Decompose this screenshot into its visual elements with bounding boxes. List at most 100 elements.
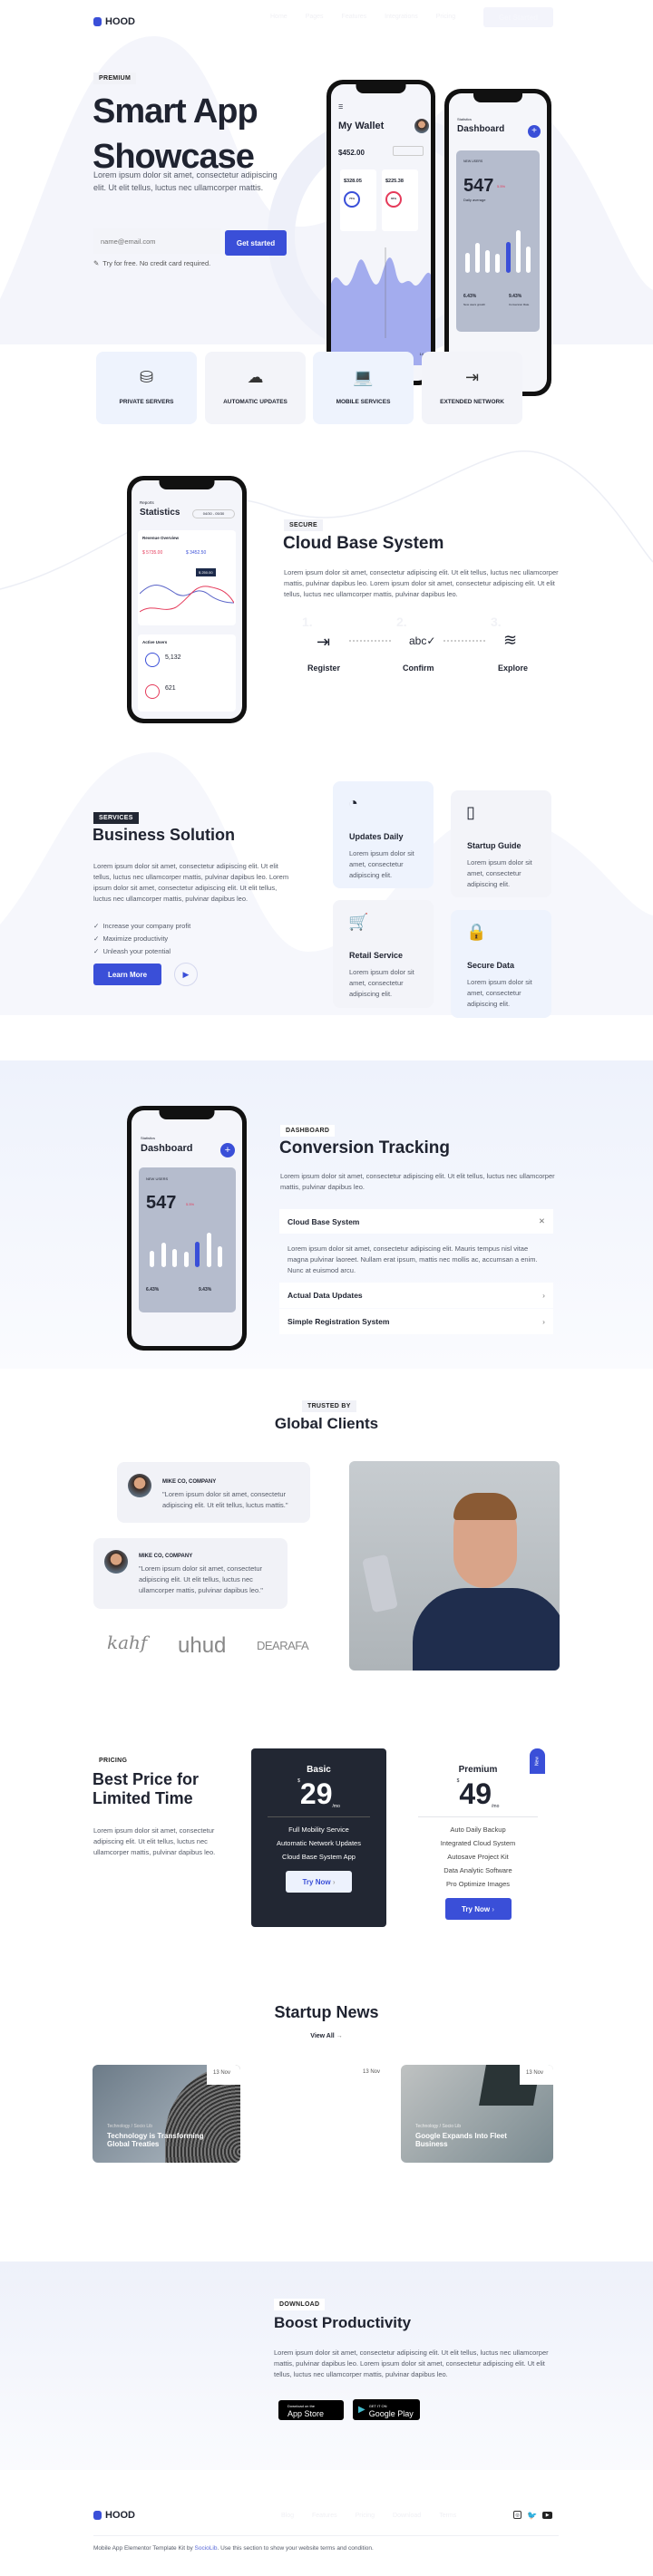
check-icon: ✓: [93, 935, 100, 943]
bar: [465, 253, 470, 273]
add-icon[interactable]: +: [528, 125, 541, 138]
hero-title: Smart App Showcase: [93, 92, 258, 176]
main-nav: Home Pages Features Integrations Pricing: [270, 14, 473, 20]
feature-card-private-servers: ⛁ PRIVATE SERVERS: [96, 352, 197, 424]
date-range-select[interactable]: 04/30 - 05/30: [192, 509, 235, 518]
accordion-item-actual-data-updates[interactable]: Actual Data Updates ›: [279, 1283, 553, 1308]
clients-badge: TRUSTED BY: [302, 1400, 356, 1412]
google-play-button[interactable]: ▶ GET IT ON Google Play: [353, 2399, 420, 2420]
bar: [525, 247, 531, 273]
menu-icon: ☰: [338, 105, 344, 111]
new-tag: New: [530, 1748, 545, 1774]
feature-card-extended-network: ⇥ EXTENDED NETWORK: [422, 352, 522, 424]
spellcheck-icon: abc✓: [409, 634, 436, 647]
wallet-title: My Wallet: [338, 121, 385, 131]
instagram-icon[interactable]: ◎: [513, 2511, 521, 2519]
download-badge: DOWNLOAD: [274, 2299, 326, 2310]
feature-card-automatic-updates: ☁ AUTOMATIC UPDATES: [205, 352, 306, 424]
footer-link[interactable]: Pricing: [356, 2513, 375, 2519]
wallet-amount: $452.00: [338, 149, 365, 157]
try-now-basic-button[interactable]: Try Now ›: [286, 1871, 352, 1893]
pricing-title: Best Price for Limited Time: [93, 1770, 200, 1807]
client-logo-uhud: uhud: [178, 1633, 227, 1658]
footer-link[interactable]: Terms: [439, 2513, 456, 2519]
conversion-phone-mockup: Statistics Dashboard + NEW USERS 547 5.5…: [127, 1106, 247, 1351]
service-card-updates-daily: ◔ Updates Daily Lorem ipsum dolor sit amet…: [333, 781, 434, 888]
conversion-text: Lorem ipsum dolor sit amet, consectetur …: [280, 1172, 555, 1191]
sociolib-link[interactable]: SocioLib: [195, 2545, 218, 2552]
add-icon[interactable]: +: [220, 1143, 235, 1157]
service-card-retail-service: 🛒 Retail Service Lorem ipsum dolor sit ame…: [333, 900, 434, 1008]
income-card: $328.05 75%: [340, 169, 376, 231]
avatar: [128, 1474, 151, 1497]
twitter-icon[interactable]: 🐦: [527, 2511, 537, 2521]
chevron-right-icon: ›: [542, 1317, 545, 1326]
bar: [515, 230, 521, 273]
get-started-button[interactable]: Get started: [225, 230, 287, 256]
statistics-phone-mockup: Reports Statistics 04/30 - 05/30 Revenue…: [127, 476, 247, 723]
dashboard-phone-mockup: Statistics Dashboard + NEW USERS 547 5.5…: [444, 89, 551, 396]
bar: [475, 243, 481, 273]
footer-logo[interactable]: HOOD: [93, 2510, 135, 2521]
period-select[interactable]: [393, 146, 424, 156]
play-icon: ▶: [182, 970, 190, 979]
hero-badge: PREMIUM: [93, 73, 137, 84]
database-icon: ⛁: [139, 368, 154, 386]
nav-integrations[interactable]: Integrations: [385, 14, 418, 20]
chevron-right-icon: ›: [542, 1291, 545, 1300]
dashboard-badge: DASHBOARD: [280, 1125, 336, 1137]
nav-pricing[interactable]: Pricing: [436, 14, 455, 20]
expenses-card: $225.38 65%: [382, 169, 418, 231]
news-card[interactable]: 13 Nov Technology / Socio Lib Technology…: [93, 2065, 240, 2163]
lock-icon: 🔒: [466, 923, 487, 941]
play-video-button[interactable]: ▶: [174, 963, 198, 986]
nav-features[interactable]: Features: [342, 14, 367, 20]
bar: [183, 1251, 189, 1267]
avatar: [414, 119, 429, 133]
plan-premium: New Premium $49/mo Auto Daily Backup Int…: [402, 1748, 554, 1941]
nav-pages[interactable]: Pages: [306, 14, 324, 20]
book-icon: ▯: [466, 803, 475, 821]
bar-chart: [150, 1226, 222, 1267]
try-now-premium-button[interactable]: Try Now ›: [444, 1898, 512, 1920]
service-card-secure-data: 🔒 Secure Data Lorem ipsum dolor sit amet, …: [451, 910, 551, 1018]
layers-icon: ≋: [503, 631, 518, 649]
news-title: Startup News: [274, 2003, 379, 2021]
rocket-icon: ✎: [93, 259, 100, 267]
bar-chart: [465, 223, 531, 273]
youtube-icon[interactable]: ▶: [542, 2512, 553, 2519]
dashboard-title: Dashboard: [457, 124, 505, 134]
statistics-title: Statistics: [140, 508, 180, 518]
view-all-link[interactable]: View All →: [0, 2033, 653, 2039]
services-title: Business Solution: [93, 826, 236, 844]
accordion-item-simple-registration[interactable]: Simple Registration System ›: [279, 1309, 553, 1334]
google-play-icon: ▶: [358, 2405, 365, 2415]
footer-link[interactable]: Blog: [281, 2513, 294, 2519]
feature-card-mobile-services: 💻 MOBILE SERVICES: [313, 352, 414, 424]
login-icon: ⇥: [317, 633, 331, 651]
testimonial-card: MIKE CO, COMPANY "Lorem ipsum dolor sit …: [93, 1538, 288, 1609]
accordion-item-cloud-base-system[interactable]: Cloud Base System ✕: [279, 1209, 553, 1234]
footer-link[interactable]: Features: [312, 2513, 337, 2519]
learn-more-button[interactable]: Learn More: [93, 964, 161, 985]
news-card[interactable]: 13 Nov Technology / Socio Lib Google Exp…: [401, 2065, 553, 2163]
bar: [172, 1248, 177, 1267]
footer-link[interactable]: Download: [393, 2513, 421, 2519]
secure-title: Cloud Base System: [283, 534, 444, 553]
nav-cta-button[interactable]: Get Started: [483, 7, 553, 27]
footer-divider: [93, 2535, 559, 2536]
logo-text: HOOD: [105, 16, 135, 27]
pie-chart-icon: ◔: [348, 794, 358, 812]
cart-icon: 🛒: [348, 913, 369, 931]
accordion-body: Lorem ipsum dolor sit amet, consectetur …: [288, 1244, 538, 1274]
logo[interactable]: HOOD: [93, 16, 135, 27]
clients-title: Global Clients: [274, 1415, 379, 1432]
door-exit-icon: ⇥: [464, 368, 480, 386]
download-text: Lorem ipsum dolor sit amet, consectetur …: [274, 2348, 549, 2378]
plan-basic: Basic $29/mo Full Mobility Service Autom…: [251, 1748, 386, 1927]
email-input[interactable]: [93, 228, 221, 254]
nav-home[interactable]: Home: [270, 14, 288, 20]
cloud-download-icon: ☁: [247, 368, 264, 386]
app-store-button[interactable]: Download on the App Store: [278, 2400, 344, 2420]
footer-nav: Blog Features Pricing Download Terms: [281, 2513, 474, 2519]
